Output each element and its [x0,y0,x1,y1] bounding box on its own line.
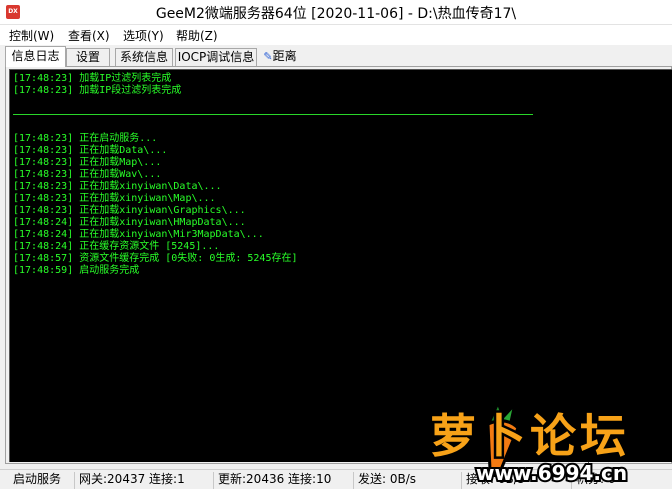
menu-view[interactable]: 查看(X) [68,27,110,44]
tab-iocp-debug[interactable]: IOCP调试信息 [175,48,257,67]
log-line: [17:48:23] 加载IP过滤列表完成 [13,73,172,84]
tab-settings[interactable]: 设置 [66,48,110,67]
status-gateway: 网关:20437 连接:1 [75,472,214,489]
tab-system-info[interactable]: 系统信息 [115,48,173,67]
log-line: [17:48:24] 正在加载xinyiwan\HMapData\... [13,217,246,228]
status-service-state: 启动服务 [9,472,75,489]
log-line: [17:48:24] 正在缓存资源文件 [5245]... [13,241,220,252]
log-line: [17:48:23] 正在加载xinyiwan\Map\... [13,193,216,204]
menu-help[interactable]: 帮助(Z) [176,27,218,44]
tab-distance-label: 距离 [272,49,297,63]
status-update: 更新:20436 连接:10 [214,472,354,489]
window-title: GeeM2微端服务器64位 [2020-11-06] - D:\热血传奇17\ [155,6,517,22]
watermark-url: www.6994.cn [476,461,627,485]
watermark-brand: 萝卜论坛 [430,409,630,463]
tab-bar: 信息日志 设置 系统信息 IOCP调试信息 ✎距离 [0,45,672,67]
tab-distance[interactable]: ✎距离 [259,48,301,67]
log-line: [17:48:23] 正在加载Data\... [13,145,168,156]
log-line: [17:48:23] 正在加载Wav\... [13,169,162,180]
log-line: [17:48:57] 资源文件缓存完成 [0失败: 0生成: 5245存在] [13,253,298,264]
title-bar[interactable]: DX GeeM2微端服务器64位 [2020-11-06] - D:\热血传奇1… [0,0,672,25]
distance-icon: ✎ [263,50,273,63]
watermark-logo: 萝卜论坛 www.6994.cn [428,401,630,487]
log-line: [17:48:23] 正在加载xinyiwan\Data\... [13,181,222,192]
tab-info-log[interactable]: 信息日志 [5,46,66,67]
menu-bar: 控制(W) 查看(X) 选项(Y) 帮助(Z) [0,25,672,45]
log-line: [17:48:24] 正在加载xinyiwan\Mir3MapData\... [13,229,264,240]
log-line: [17:48:23] 正在启动服务... [13,133,158,144]
menu-options[interactable]: 选项(Y) [123,27,164,44]
menu-control[interactable]: 控制(W) [9,27,54,44]
log-line: [17:48:59] 启动服务完成 [13,265,140,276]
log-line: [17:48:23] 正在加载xinyiwan\Graphics\... [13,205,246,216]
log-line: [17:48:23] 加载IP段过滤列表完成 [13,85,182,96]
log-separator [13,114,533,115]
log-line: [17:48:23] 正在加载Map\... [13,157,162,168]
